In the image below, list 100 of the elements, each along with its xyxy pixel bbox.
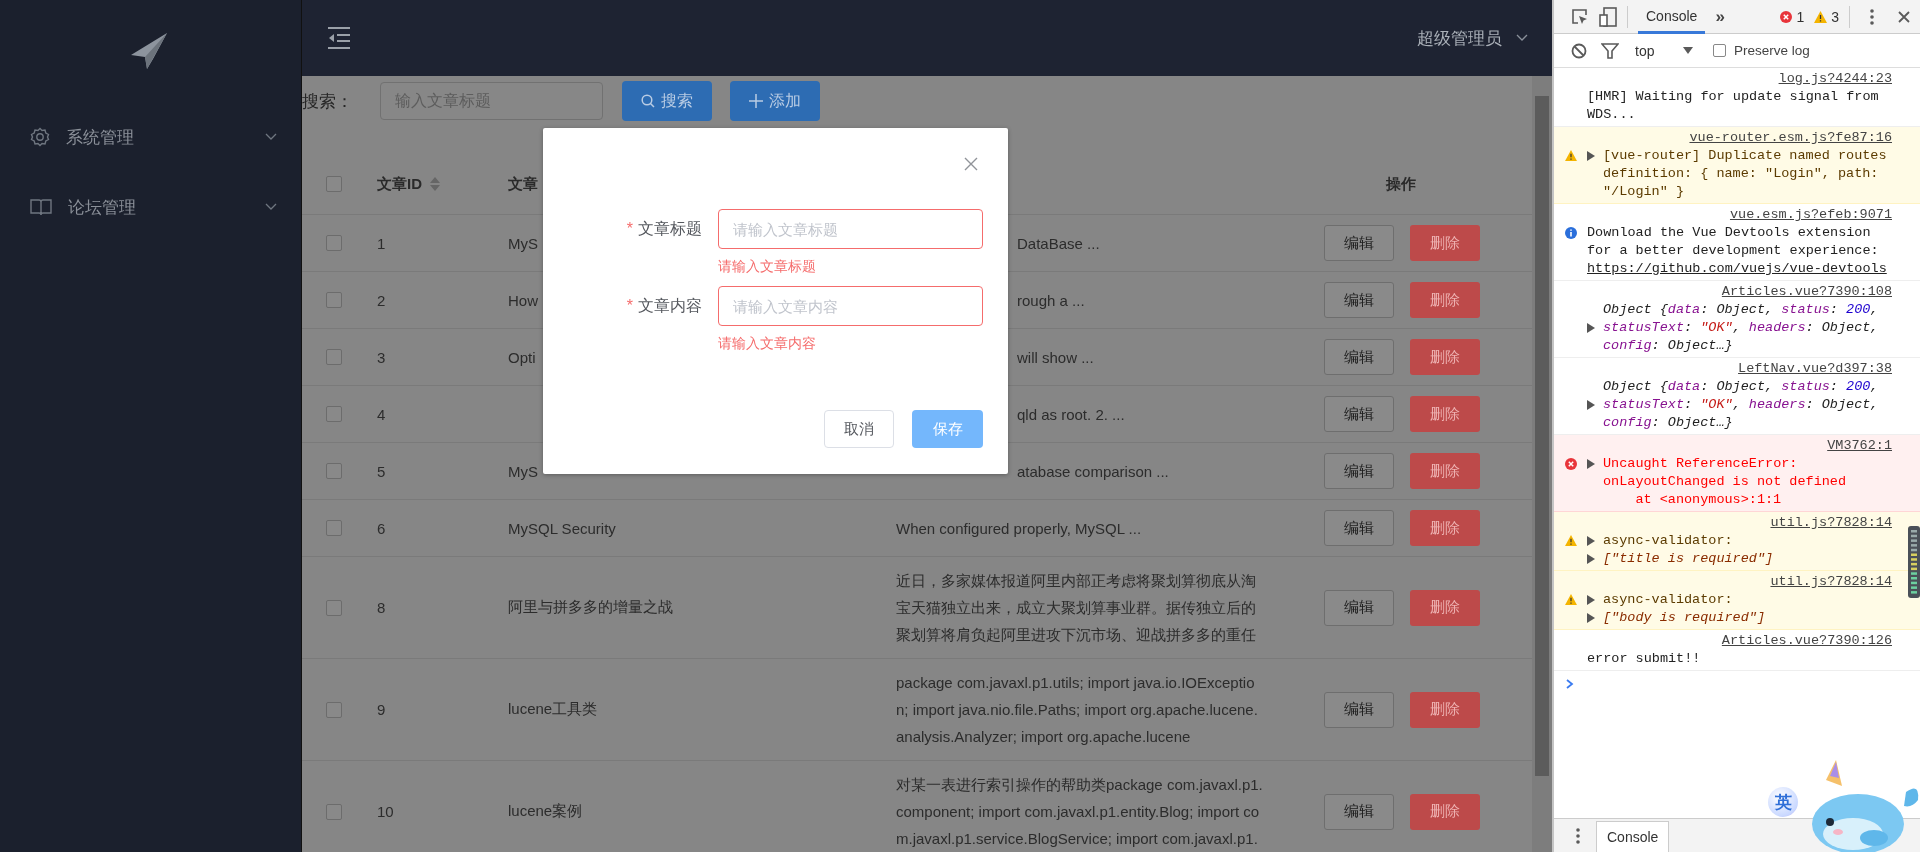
link[interactable]: https://github.com/vuejs/vue-devtools	[1587, 261, 1887, 276]
row-checkbox[interactable]	[326, 520, 342, 536]
table-cell: will show ...	[1017, 348, 1094, 366]
expand-arrow-icon[interactable]	[1587, 459, 1595, 469]
add-button[interactable]: 添加	[730, 81, 820, 121]
devtools-tab[interactable]: Console	[1638, 0, 1706, 34]
select-all-checkbox[interactable]	[326, 176, 342, 192]
plus-icon	[749, 94, 763, 108]
edit-button[interactable]: 编辑	[1324, 691, 1394, 728]
close-icon[interactable]	[964, 157, 978, 171]
table-cell: 6	[377, 519, 386, 537]
source-link[interactable]: log.js?4244:23	[1778, 71, 1892, 86]
error-icon	[1564, 458, 1577, 470]
input-mode-indicator[interactable]: 英	[1768, 787, 1798, 817]
cancel-button[interactable]: 取消	[824, 410, 894, 448]
table-cell: Opti	[508, 348, 536, 366]
row-checkbox[interactable]	[326, 463, 342, 479]
delete-button[interactable]: 删除	[1410, 453, 1480, 489]
array-preview[interactable]: ["body is required"]	[1603, 609, 1766, 627]
object-preview[interactable]: Object {data: Object, status: 200, statusText: "OK", headers: Object, config: Object…}	[1603, 301, 1892, 355]
row-checkbox[interactable]	[326, 701, 342, 718]
required-mark: *	[626, 297, 633, 314]
edit-button[interactable]: 编辑	[1324, 510, 1394, 546]
delete-button[interactable]: 删除	[1410, 589, 1480, 626]
warning-icon	[1564, 150, 1577, 161]
error-icon	[1780, 10, 1793, 23]
delete-button[interactable]: 删除	[1410, 793, 1480, 830]
field-label: 文章标题	[638, 220, 702, 237]
more-tabs-button[interactable]: »	[1715, 6, 1725, 27]
inspect-icon[interactable]	[1571, 7, 1589, 26]
field-label: 文章内容	[638, 297, 702, 314]
clear-console-icon[interactable]	[1571, 42, 1587, 59]
expand-arrow-icon[interactable]	[1587, 554, 1595, 564]
edit-button[interactable]: 编辑	[1324, 396, 1394, 432]
array-preview[interactable]: ["title is required"]	[1603, 550, 1774, 568]
table-cell: 阿里与拼多多的增量之战	[508, 598, 673, 615]
source-link[interactable]: vue-router.esm.js?fe87:16	[1689, 130, 1892, 145]
column-header: 操作	[1386, 174, 1416, 194]
user-menu[interactable]: 超级管理员	[1417, 26, 1502, 50]
edit-button[interactable]: 编辑	[1324, 453, 1394, 489]
preserve-log-checkbox[interactable]	[1713, 44, 1726, 57]
expand-arrow-icon[interactable]	[1587, 151, 1595, 161]
table-cell: How	[508, 291, 538, 309]
context-selector[interactable]: top	[1635, 42, 1669, 59]
row-checkbox[interactable]	[326, 599, 342, 616]
filter-icon[interactable]	[1601, 42, 1619, 59]
source-link[interactable]: util.js?7828:14	[1770, 574, 1892, 589]
table-cell: MyS	[508, 462, 538, 480]
source-link[interactable]: util.js?7828:14	[1770, 515, 1892, 530]
more-options-icon[interactable]	[1576, 827, 1580, 844]
row-checkbox[interactable]	[326, 235, 342, 251]
error-message: 请输入文章标题	[718, 258, 817, 276]
expand-arrow-icon[interactable]	[1587, 595, 1595, 605]
edit-button[interactable]: 编辑	[1324, 589, 1394, 626]
edit-button[interactable]: 编辑	[1324, 225, 1394, 261]
row-checkbox[interactable]	[326, 292, 342, 308]
sidebar-menu-item[interactable]: 论坛管理	[0, 172, 301, 242]
object-preview[interactable]: Object {data: Object, status: 200, statusText: "OK", headers: Object, config: Object…}	[1603, 378, 1892, 432]
row-checkbox[interactable]	[326, 803, 342, 820]
row-checkbox[interactable]	[326, 349, 342, 365]
delete-button[interactable]: 删除	[1410, 282, 1480, 318]
close-icon[interactable]	[1898, 10, 1910, 23]
expand-arrow-icon[interactable]	[1587, 400, 1595, 410]
edit-button[interactable]: 编辑	[1324, 282, 1394, 318]
edit-button[interactable]: 编辑	[1324, 339, 1394, 375]
more-options-icon[interactable]	[1870, 8, 1874, 25]
text-field[interactable]: 请输入文章内容	[718, 286, 983, 326]
row-checkbox[interactable]	[326, 406, 342, 422]
table-cell: 3	[377, 348, 386, 366]
device-toggle-icon[interactable]	[1599, 6, 1617, 27]
level-meter-icon	[1908, 526, 1920, 598]
prompt-icon	[1566, 679, 1574, 689]
source-link[interactable]: LeftNav.vue?d397:38	[1738, 361, 1892, 376]
source-link[interactable]: Articles.vue?7390:108	[1721, 284, 1892, 299]
message-text: [vue-router] Duplicate named routes definition: { name: "Login", path: "/Login" }	[1603, 148, 1887, 199]
sidebar-menu-item[interactable]: 系统管理	[0, 102, 301, 172]
warning-icon	[1564, 594, 1577, 605]
delete-button[interactable]: 删除	[1410, 225, 1480, 261]
expand-arrow-icon[interactable]	[1587, 613, 1595, 623]
expand-arrow-icon[interactable]	[1587, 323, 1595, 333]
warning-count[interactable]: 3	[1831, 8, 1839, 25]
scrollbar[interactable]	[1532, 76, 1552, 852]
search-button[interactable]: 搜索	[622, 81, 712, 121]
text-field[interactable]: 请输入文章标题	[718, 209, 983, 249]
message-text: async-validator:	[1603, 533, 1733, 548]
error-count[interactable]: 1	[1796, 8, 1805, 25]
source-link[interactable]: VM3762:1	[1827, 438, 1892, 453]
source-link[interactable]: vue.esm.js?efeb:9071	[1729, 207, 1892, 222]
delete-button[interactable]: 删除	[1410, 691, 1480, 728]
dropdown-icon[interactable]	[1683, 47, 1693, 54]
delete-button[interactable]: 删除	[1410, 510, 1480, 546]
delete-button[interactable]: 删除	[1410, 339, 1480, 375]
source-link[interactable]: Articles.vue?7390:126	[1721, 633, 1892, 648]
column-header: 文章ID	[377, 174, 422, 194]
edit-button[interactable]: 编辑	[1324, 793, 1394, 830]
expand-arrow-icon[interactable]	[1587, 536, 1595, 546]
drawer-tab[interactable]: Console	[1596, 821, 1670, 852]
delete-button[interactable]: 删除	[1410, 396, 1480, 432]
collapse-menu-icon[interactable]	[327, 27, 351, 49]
required-mark: *	[626, 220, 633, 237]
